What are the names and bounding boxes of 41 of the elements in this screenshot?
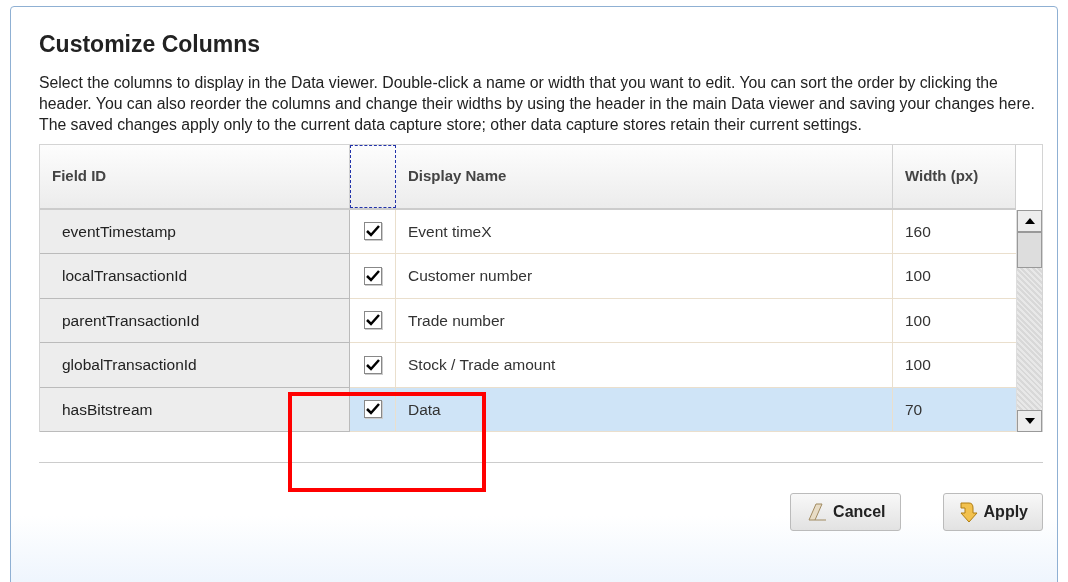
- width-cell[interactable]: 160: [893, 209, 1016, 254]
- apply-button[interactable]: Apply: [942, 493, 1043, 532]
- width-cell[interactable]: 100: [893, 298, 1016, 343]
- checkbox[interactable]: [363, 355, 382, 374]
- width-cell[interactable]: 70: [893, 387, 1016, 432]
- eraser-icon: [805, 501, 828, 524]
- up-arrow-icon: [1024, 217, 1035, 224]
- checkbox[interactable]: [363, 400, 382, 419]
- table-row[interactable]: localTransactionId Customer number 100: [40, 254, 1016, 299]
- width-cell[interactable]: 100: [893, 254, 1016, 298]
- column-header[interactable]: Width (px): [893, 144, 1016, 208]
- field-id-cell: globalTransactionId: [40, 343, 350, 388]
- description-text: Select the columns to display in the Data viewer. Double-click a name or width that you want to edit. You can sort the order by clicking the header. You can also reorder the columns and change their widths by using the header in the main Data viewer and saving your changes here. The saved changes apply only to the current data capture store; other data capture stores retain their current settings.: [39, 72, 1036, 135]
- field-id-cell: hasBitstream: [40, 387, 350, 433]
- down-arrow-icon: [1024, 418, 1035, 425]
- scroll-up-button[interactable]: [1017, 209, 1042, 232]
- dialog-title: Customize Columns: [39, 31, 262, 59]
- scroll-down-button[interactable]: [1017, 410, 1042, 433]
- table-row[interactable]: globalTransactionId Stock / Trade amount 100: [40, 343, 1016, 388]
- display-name-cell[interactable]: Customer number: [396, 254, 893, 298]
- checkbox-column-header[interactable]: [350, 144, 396, 208]
- checkbox[interactable]: [363, 266, 382, 285]
- scroll-thumb[interactable]: [1017, 231, 1042, 268]
- cancel-button[interactable]: Cancel: [790, 493, 901, 532]
- display-name-cell[interactable]: Event timeX: [396, 209, 893, 254]
- table-row[interactable]: parentTransactionId Trade number 100: [40, 298, 1016, 344]
- display-name-cell[interactable]: Data: [396, 387, 893, 432]
- width-cell[interactable]: 100: [893, 343, 1016, 387]
- checkbox[interactable]: [363, 311, 382, 330]
- column-header[interactable]: Field ID: [40, 144, 350, 208]
- display-name-cell[interactable]: Stock / Trade amount: [396, 343, 893, 387]
- checkbox[interactable]: [363, 222, 382, 241]
- table-row[interactable]: hasBitstream Data 70: [40, 387, 1016, 433]
- field-id-cell: parentTransactionId: [40, 298, 350, 344]
- field-id-cell: eventTimestamp: [40, 209, 350, 255]
- column-header[interactable]: Display Name: [396, 144, 893, 208]
- table-row[interactable]: eventTimestamp Event timeX 160: [40, 209, 1016, 255]
- scrollbar[interactable]: [1016, 209, 1042, 433]
- arrow-icon: [957, 501, 978, 524]
- field-id-cell: localTransactionId: [40, 254, 350, 299]
- display-name-cell[interactable]: Trade number: [396, 298, 893, 343]
